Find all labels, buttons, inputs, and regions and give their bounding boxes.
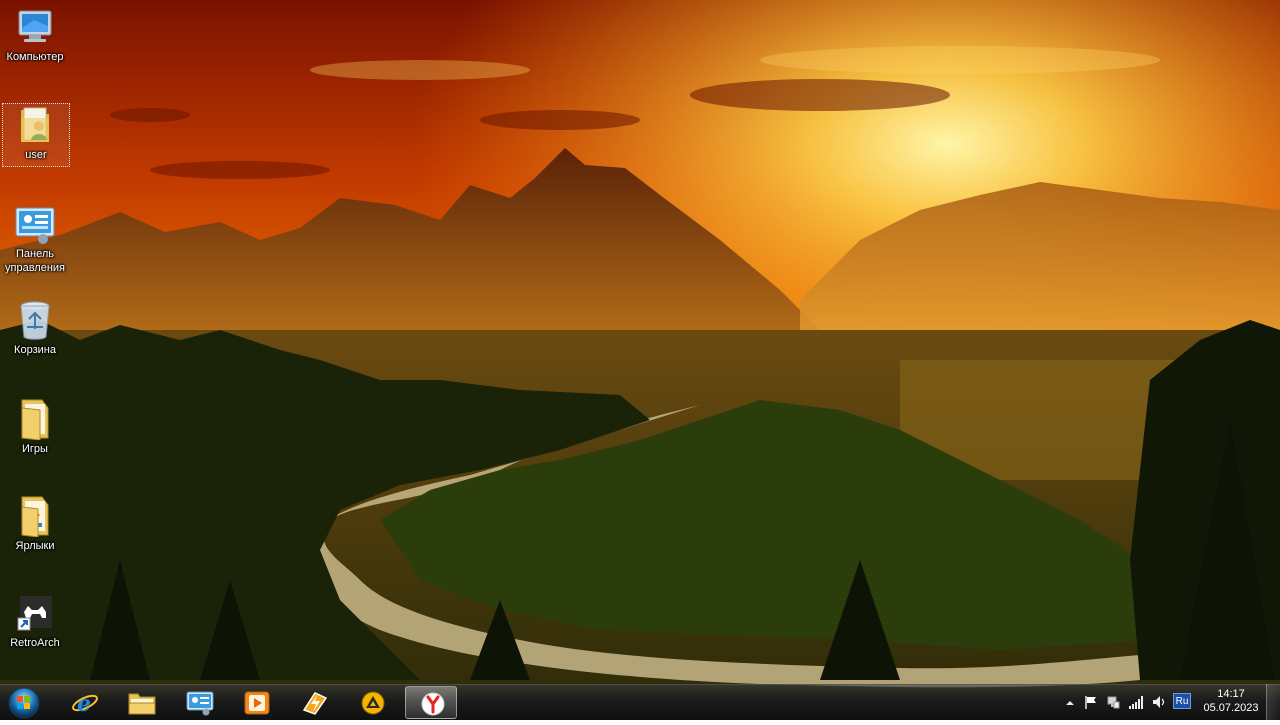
desktop-icon-shortcuts[interactable]: Ярлыки (2, 493, 68, 553)
show-desktop-button[interactable] (1266, 684, 1280, 720)
taskbar-lightning-app[interactable] (288, 686, 340, 719)
lightning-icon (302, 692, 328, 715)
desktop-icon-label: RetroArch (10, 637, 60, 649)
desktop-icon-recycle-bin[interactable]: Корзина (2, 299, 68, 357)
shortcuts-folder-icon (21, 496, 49, 537)
language-indicator[interactable]: Ru (1173, 693, 1191, 709)
clock[interactable]: 14:17 05.07.2023 (1198, 687, 1264, 715)
windows-orb-icon (8, 687, 40, 719)
start-button[interactable] (4, 686, 44, 720)
media-player-icon (244, 691, 270, 715)
svg-text:e: e (77, 691, 91, 716)
network-icon[interactable] (1105, 694, 1121, 710)
signal-icon[interactable] (1128, 694, 1144, 710)
desktop-icon-games[interactable]: Игры (2, 396, 68, 456)
desktop-icon-label: Игры (22, 443, 48, 455)
internet-explorer-icon: e (72, 691, 98, 716)
desktop-icon-label: user (25, 149, 47, 161)
desktop-icon-retroarch[interactable]: RetroArch (2, 592, 68, 650)
speaker-icon[interactable] (1151, 694, 1167, 710)
folder-icon (21, 399, 49, 440)
desktop-icon-label: Панель управления (5, 248, 65, 274)
control-panel-icon (186, 691, 214, 716)
clock-date: 05.07.2023 (1203, 702, 1259, 714)
taskbar-control-panel[interactable] (173, 686, 225, 719)
desktop-icon-control-panel[interactable]: Панель управления (2, 205, 68, 275)
desktop-icon-computer[interactable]: Компьютер (2, 8, 68, 64)
computer-icon (18, 10, 52, 42)
recycle-bin-icon (20, 301, 50, 340)
desktop-icon-label: Компьютер (6, 51, 64, 63)
taskbar-yandex-browser[interactable] (405, 686, 457, 719)
clock-time: 14:17 (1217, 688, 1245, 700)
folder-icon (128, 693, 156, 715)
desktop-wallpaper (0, 0, 1280, 720)
taskbar-aimp[interactable] (346, 686, 398, 719)
chevron-up-icon[interactable] (1062, 695, 1078, 711)
flag-icon[interactable] (1083, 694, 1099, 710)
user-folder-icon (21, 107, 49, 142)
taskbar-internet-explorer[interactable]: e (58, 686, 110, 719)
yandex-icon (421, 692, 445, 716)
desktop-icon-label: Корзина (14, 344, 56, 356)
desktop-icon-user[interactable]: user (2, 103, 70, 167)
retroarch-icon (17, 596, 52, 631)
aimp-icon (361, 691, 385, 715)
desktop-icon-label: Ярлыки (15, 540, 55, 552)
control-panel-icon (15, 207, 55, 244)
taskbar-file-explorer[interactable] (115, 686, 167, 719)
taskbar-media-player[interactable] (230, 686, 282, 719)
